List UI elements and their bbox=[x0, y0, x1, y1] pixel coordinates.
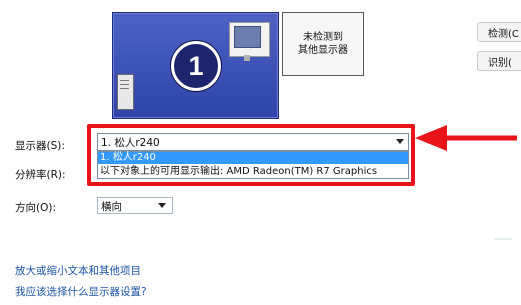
monitor-2-line1: 未检测到 bbox=[303, 32, 343, 43]
pc-tower-detail bbox=[120, 80, 129, 81]
monitor-2-line2: 其他显示器 bbox=[298, 45, 348, 56]
detect-button[interactable]: 检测(C bbox=[477, 22, 521, 42]
display-label: 显示器(S): bbox=[15, 140, 65, 152]
pc-tower-detail bbox=[120, 84, 129, 85]
text-size-link[interactable]: 放大或缩小文本和其他项目 bbox=[15, 263, 141, 278]
identify-button[interactable]: 识别( bbox=[477, 51, 521, 71]
highlight-frame bbox=[87, 124, 415, 186]
chevron-down-icon[interactable] bbox=[158, 203, 166, 208]
resolution-label: 分辨率(R): bbox=[15, 169, 66, 181]
monitor-thumbnail-screen bbox=[234, 26, 261, 48]
highlight-arrow-icon bbox=[415, 125, 517, 151]
pc-tower-detail bbox=[120, 88, 129, 89]
monitor-number-badge: 1 bbox=[171, 41, 221, 91]
display-settings-help-link[interactable]: 我应该选择什么显示器设置? bbox=[15, 284, 147, 299]
orientation-select-value: 横向 bbox=[101, 201, 122, 213]
monitor-thumbnail-stand bbox=[244, 55, 250, 61]
background-artifact bbox=[494, 238, 512, 240]
orientation-label: 方向(O): bbox=[15, 202, 56, 214]
monitor-2-tile[interactable]: 未检测到 其他显示器 bbox=[282, 12, 364, 76]
